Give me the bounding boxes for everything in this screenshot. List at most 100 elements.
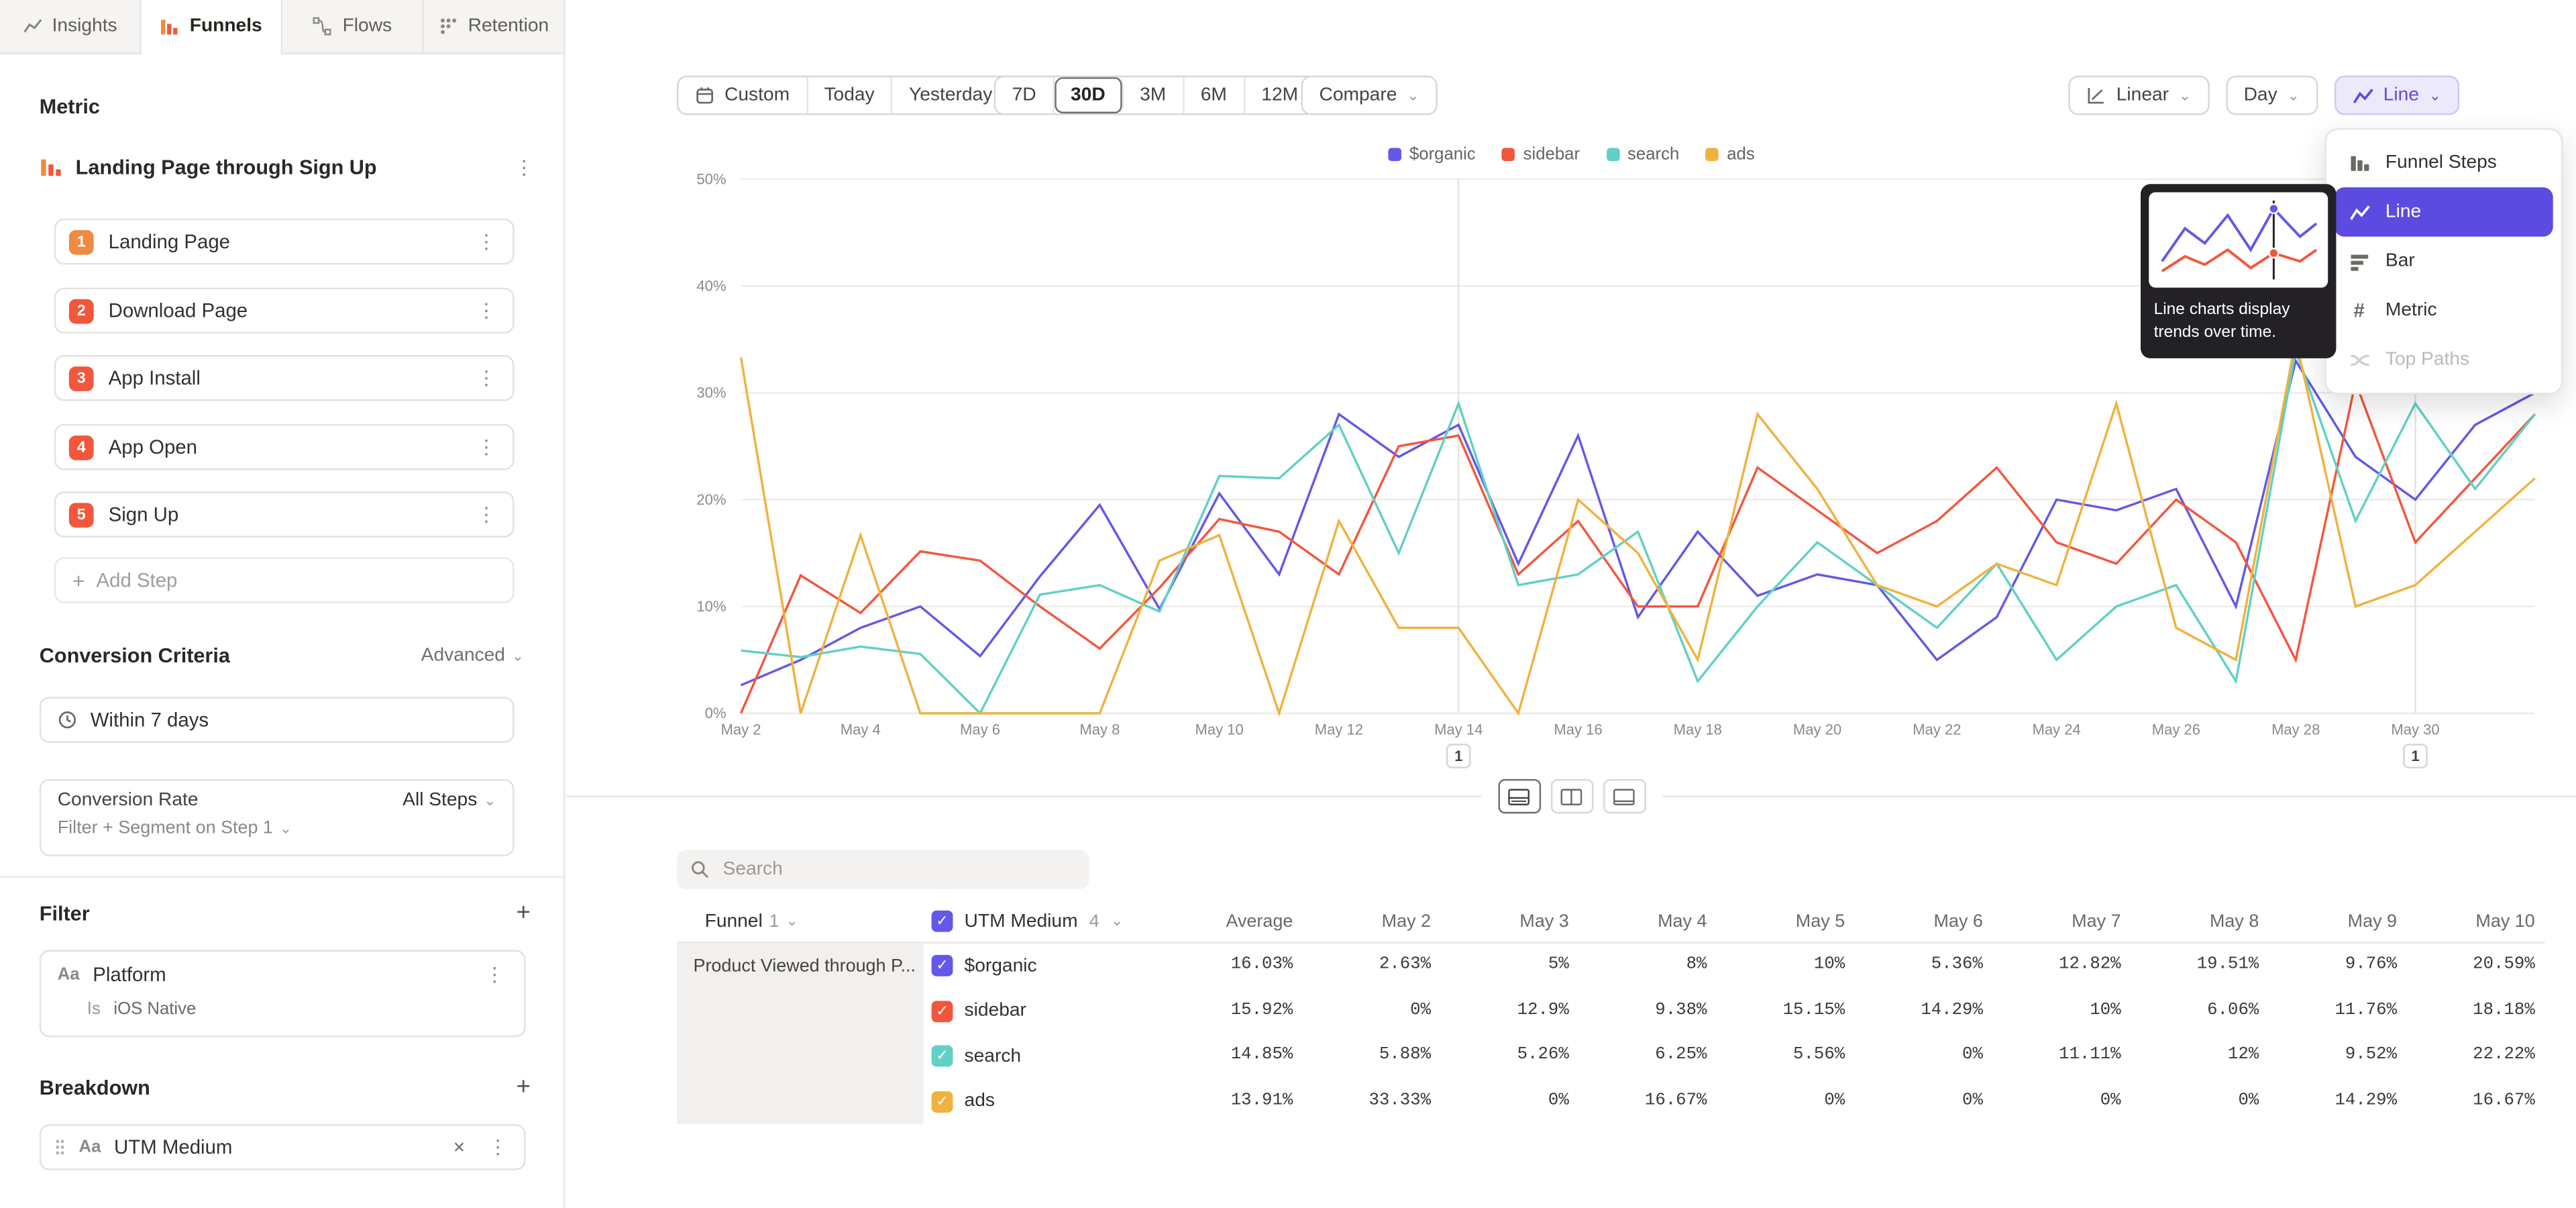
kebab-menu-icon[interactable]: ⋮ bbox=[482, 964, 508, 983]
table-header-row: Funnel 1 ⌄ ✓ UTM Medium 4 ⌄ Average May … bbox=[677, 901, 2544, 944]
tab-insights[interactable]: Insights bbox=[0, 0, 142, 52]
advanced-dropdown[interactable]: Advanced⌄ bbox=[421, 646, 525, 665]
kebab-menu-icon[interactable]: ⋮ bbox=[484, 1138, 511, 1157]
funnel-column-header[interactable]: Funnel 1 ⌄ bbox=[677, 911, 923, 931]
column-header-date[interactable]: May 6 bbox=[1855, 911, 1993, 931]
table-value-cell: 12.9% bbox=[1441, 989, 1579, 1034]
svg-text:0%: 0% bbox=[705, 705, 727, 721]
all-steps-dropdown[interactable]: All Steps⌄ bbox=[402, 791, 496, 810]
funnel-step-landing-page[interactable]: 1 Landing Page ⋮ bbox=[54, 219, 515, 265]
table-value-cell: 0% bbox=[2131, 1079, 2269, 1124]
add-filter-button[interactable]: + bbox=[517, 901, 531, 925]
select-all-checkbox[interactable]: ✓ bbox=[932, 911, 953, 932]
column-header-date[interactable]: May 2 bbox=[1303, 911, 1441, 931]
date-preset-group: Custom Today Yesterday bbox=[677, 76, 1010, 115]
step-label: App Open bbox=[109, 436, 197, 458]
svg-text:40%: 40% bbox=[696, 277, 726, 294]
table-value-cell: 0% bbox=[1855, 1079, 1993, 1124]
remove-breakdown-icon[interactable]: × bbox=[453, 1136, 465, 1158]
scale-dropdown[interactable]: Linear⌄ bbox=[2069, 76, 2209, 115]
column-header-date[interactable]: May 9 bbox=[2269, 911, 2407, 931]
row-checkbox[interactable]: ✓ bbox=[932, 1091, 953, 1113]
column-header-date[interactable]: May 7 bbox=[1993, 911, 2131, 931]
layout-chart-only-button[interactable] bbox=[1603, 779, 1646, 813]
chart-type-dropdown[interactable]: Line⌄ bbox=[2334, 76, 2459, 115]
kebab-menu-icon[interactable]: ⋮ bbox=[473, 437, 499, 456]
column-header-date[interactable]: May 10 bbox=[2407, 911, 2545, 931]
layout-chart-table-button[interactable] bbox=[1497, 779, 1540, 813]
table-value-cell: 5.56% bbox=[1717, 1034, 1855, 1078]
table-value-cell: 18.18% bbox=[2407, 989, 2545, 1034]
tab-funnels[interactable]: Funnels bbox=[142, 0, 283, 52]
app-window: Insights Funnels Flows bbox=[0, 0, 2576, 1208]
column-header-average[interactable]: Average bbox=[1170, 911, 1303, 931]
tab-flows[interactable]: Flows bbox=[282, 0, 424, 52]
funnel-step-download-page[interactable]: 2 Download Page ⋮ bbox=[54, 288, 515, 334]
chevron-down-icon: ⌄ bbox=[786, 914, 798, 929]
row-checkbox[interactable]: ✓ bbox=[932, 955, 953, 976]
table-value-cell: 14.85% bbox=[1170, 1034, 1303, 1078]
conversion-criteria-heading: Conversion Criteria bbox=[40, 644, 230, 667]
filter-card-platform[interactable]: Aa Platform ⋮ Is iOS Native bbox=[40, 950, 526, 1038]
add-step-button[interactable]: + Add Step bbox=[54, 557, 515, 603]
conversion-rate-label: Conversion Rate bbox=[58, 791, 199, 810]
today-button[interactable]: Today bbox=[808, 77, 893, 113]
funnel-step-app-open[interactable]: 4 App Open ⋮ bbox=[54, 424, 515, 470]
table-value-cell: 6.06% bbox=[2131, 989, 2269, 1034]
custom-date-button[interactable]: Custom bbox=[678, 77, 808, 113]
yesterday-button[interactable]: Yesterday bbox=[893, 77, 1009, 113]
drag-handle-icon[interactable] bbox=[54, 1138, 66, 1157]
search-input[interactable] bbox=[720, 858, 1076, 880]
conversion-window-card[interactable]: Within 7 days bbox=[40, 697, 515, 743]
layout-side-by-side-button[interactable] bbox=[1550, 779, 1593, 813]
kebab-menu-icon[interactable]: ⋮ bbox=[473, 232, 499, 251]
compare-button[interactable]: Compare⌄ bbox=[1301, 76, 1438, 115]
step-label: Landing Page bbox=[109, 230, 230, 253]
funnel-step-sign-up[interactable]: 5 Sign Up ⋮ bbox=[54, 491, 515, 538]
granularity-dropdown[interactable]: Day⌄ bbox=[2226, 76, 2318, 115]
table-value-cell: 5.36% bbox=[1855, 944, 1993, 989]
kebab-menu-icon[interactable]: ⋮ bbox=[473, 301, 499, 320]
chevron-down-icon: ⌄ bbox=[484, 793, 496, 808]
filter-value[interactable]: iOS Native bbox=[113, 999, 196, 1019]
row-checkbox[interactable]: ✓ bbox=[932, 1001, 953, 1022]
layout-toggle-group bbox=[1481, 779, 1662, 813]
table-row-label: ✓sidebar bbox=[923, 989, 1169, 1034]
breakdown-column-header[interactable]: ✓ UTM Medium 4 ⌄ bbox=[923, 911, 1169, 932]
kebab-menu-icon[interactable]: ⋮ bbox=[473, 505, 499, 524]
series-label: $organic bbox=[965, 956, 1037, 976]
menu-item-metric[interactable]: # Metric bbox=[2334, 286, 2553, 335]
column-header-date[interactable]: May 8 bbox=[2131, 911, 2269, 931]
table-value-cell: 16.67% bbox=[2407, 1079, 2545, 1124]
filter-segment-link[interactable]: Filter + Segment on Step 1⌄ bbox=[58, 819, 496, 838]
menu-item-bar[interactable]: Bar bbox=[2334, 237, 2553, 286]
range-6m-button[interactable]: 6M bbox=[1184, 77, 1245, 113]
row-checkbox[interactable]: ✓ bbox=[932, 1046, 953, 1067]
column-header-date[interactable]: May 5 bbox=[1717, 911, 1855, 931]
kebab-menu-icon[interactable]: ⋮ bbox=[511, 158, 537, 177]
table-value-cell: 12.82% bbox=[1993, 944, 2131, 989]
tab-label: Insights bbox=[52, 16, 117, 36]
top-paths-icon bbox=[2348, 349, 2371, 370]
funnel-metric-card[interactable]: Landing Page through Sign Up ⋮ bbox=[40, 142, 537, 194]
breakdown-card-utm-medium[interactable]: Aa UTM Medium × ⋮ bbox=[40, 1124, 526, 1170]
funnel-steps-icon bbox=[2348, 152, 2371, 174]
funnel-step-app-install[interactable]: 3 App Install ⋮ bbox=[54, 355, 515, 401]
column-header-date[interactable]: May 4 bbox=[1578, 911, 1717, 931]
range-7d-button[interactable]: 7D bbox=[996, 77, 1054, 113]
range-3m-button[interactable]: 3M bbox=[1124, 77, 1185, 113]
table-group-cell[interactable]: Product Viewed through P... bbox=[677, 944, 923, 1124]
table-value-cell: 5.88% bbox=[1303, 1034, 1441, 1078]
svg-text:May 12: May 12 bbox=[1315, 721, 1363, 738]
filter-operator[interactable]: Is bbox=[87, 999, 101, 1019]
add-breakdown-button[interactable]: + bbox=[517, 1075, 531, 1100]
tab-retention[interactable]: Retention bbox=[424, 0, 564, 52]
range-30d-button[interactable]: 30D bbox=[1055, 77, 1124, 113]
kebab-menu-icon[interactable]: ⋮ bbox=[473, 368, 499, 388]
menu-item-line[interactable]: Line bbox=[2334, 187, 2553, 236]
menu-item-funnel-steps[interactable]: Funnel Steps bbox=[2334, 138, 2553, 187]
tab-label: Retention bbox=[468, 16, 549, 36]
table-value-cell: 12% bbox=[2131, 1034, 2269, 1078]
svg-text:10%: 10% bbox=[696, 598, 726, 615]
column-header-date[interactable]: May 3 bbox=[1441, 911, 1579, 931]
